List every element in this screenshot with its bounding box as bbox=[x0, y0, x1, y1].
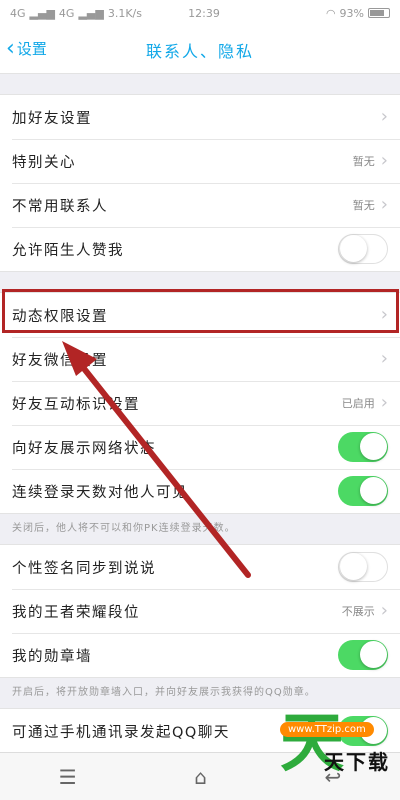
toggle-knob bbox=[360, 641, 387, 668]
row-label: 我的勋章墙 bbox=[12, 648, 92, 665]
allow-stranger-likes-row: 允许陌生人赞我 bbox=[0, 227, 400, 271]
row-label: 好友微信设置 bbox=[12, 352, 108, 369]
row-label: 我的王者荣耀段位 bbox=[12, 604, 140, 621]
highlight-box bbox=[2, 289, 399, 333]
medal-wall-row: 我的勋章墙 bbox=[0, 633, 400, 677]
show-network-status-row: 向好友展示网络状态 bbox=[0, 425, 400, 469]
watermark-text: 天下载 bbox=[324, 750, 390, 774]
row-value: 已启用 bbox=[341, 397, 375, 410]
clock: 12:39 bbox=[188, 6, 220, 20]
watermark-logo: 天 www.TTzip.com 天下载 bbox=[280, 704, 390, 794]
chevron-left-icon: ‹ bbox=[6, 35, 15, 61]
special-care-row[interactable]: 特别关心 暂无 › bbox=[0, 139, 400, 183]
home-icon[interactable]: ⌂ bbox=[194, 765, 207, 789]
status-left: 4G ▂▄▆ 4G ▂▄▆ 3.1K/s bbox=[10, 7, 142, 20]
settings-group-3: 个性签名同步到说说 我的王者荣耀段位 不展示 › 我的勋章墙 bbox=[0, 544, 400, 678]
login-streak-visible-row: 连续登录天数对他人可见 bbox=[0, 469, 400, 513]
settings-group-1: 加好友设置 › 特别关心 暂无 › 不常用联系人 暂无 › 允许陌生人赞我 bbox=[0, 94, 400, 272]
battery-icon bbox=[368, 8, 390, 18]
row-label: 好友互动标识设置 bbox=[12, 396, 140, 413]
signal-1-text: 4G bbox=[10, 6, 26, 20]
toggle-knob bbox=[340, 553, 367, 580]
infrequent-contacts-row[interactable]: 不常用联系人 暂无 › bbox=[0, 183, 400, 227]
chevron-right-icon: › bbox=[380, 194, 388, 215]
row-label: 特别关心 bbox=[12, 154, 76, 171]
chevron-right-icon: › bbox=[380, 600, 388, 621]
add-friend-settings-row[interactable]: 加好友设置 › bbox=[0, 95, 400, 139]
row-label: 不常用联系人 bbox=[12, 198, 108, 215]
back-button[interactable]: ‹ 设置 bbox=[6, 35, 47, 61]
status-right: ◠ 93% bbox=[266, 7, 390, 20]
chevron-right-icon: › bbox=[380, 392, 388, 413]
watermark-url: www.TTzip.com bbox=[280, 722, 374, 737]
status-bar: 4G ▂▄▆ 4G ▂▄▆ 3.1K/s 12:39 ◠ 93% bbox=[0, 0, 400, 26]
navigation-bar: ‹ 设置 联系人、隐私 bbox=[0, 26, 400, 74]
row-label: 个性签名同步到说说 bbox=[12, 560, 156, 577]
toggle-knob bbox=[360, 477, 387, 504]
friend-interaction-badge-row[interactable]: 好友互动标识设置 已启用 › bbox=[0, 381, 400, 425]
row-value: 不展示 bbox=[341, 605, 375, 618]
row-label: 允许陌生人赞我 bbox=[12, 242, 124, 259]
login-streak-visible-toggle[interactable] bbox=[338, 476, 388, 506]
page-title: 联系人、隐私 bbox=[145, 41, 254, 61]
login-streak-note: 关闭后，他人将不可以和你PK连续登录天数。 bbox=[12, 523, 236, 534]
toggle-knob bbox=[360, 433, 387, 460]
friend-settings-row[interactable]: 好友微信设置 › bbox=[0, 337, 400, 381]
chevron-right-icon: › bbox=[380, 150, 388, 171]
row-label: 加好友设置 bbox=[12, 110, 92, 127]
row-value: 暂无 bbox=[352, 199, 375, 212]
chevron-right-icon: › bbox=[380, 106, 388, 127]
row-label: 向好友展示网络状态 bbox=[12, 440, 156, 457]
signature-sync-toggle[interactable] bbox=[338, 552, 388, 582]
honor-of-kings-rank-row[interactable]: 我的王者荣耀段位 不展示 › bbox=[0, 589, 400, 633]
back-label: 设置 bbox=[16, 40, 47, 58]
signal-icon: ▂▄▆ bbox=[29, 6, 55, 20]
network-speed: 3.1K/s bbox=[107, 6, 142, 20]
settings-content: 加好友设置 › 特别关心 暂无 › 不常用联系人 暂无 › 允许陌生人赞我 动态… bbox=[0, 74, 400, 754]
signal-2-text: 4G bbox=[58, 6, 75, 20]
medal-wall-toggle[interactable] bbox=[338, 640, 388, 670]
menu-icon[interactable]: ☰ bbox=[59, 765, 77, 789]
toggle-knob bbox=[340, 235, 367, 262]
show-network-status-toggle[interactable] bbox=[338, 432, 388, 462]
signal-icon: ▂▄▆ bbox=[78, 6, 104, 20]
wifi-icon: ◠ bbox=[325, 6, 336, 20]
allow-stranger-likes-toggle[interactable] bbox=[338, 234, 388, 264]
battery-level: 93% bbox=[339, 6, 364, 20]
chevron-right-icon: › bbox=[380, 348, 388, 369]
signature-sync-row: 个性签名同步到说说 bbox=[0, 545, 400, 589]
row-value: 暂无 bbox=[352, 155, 375, 168]
row-label: 连续登录天数对他人可见 bbox=[12, 484, 188, 501]
